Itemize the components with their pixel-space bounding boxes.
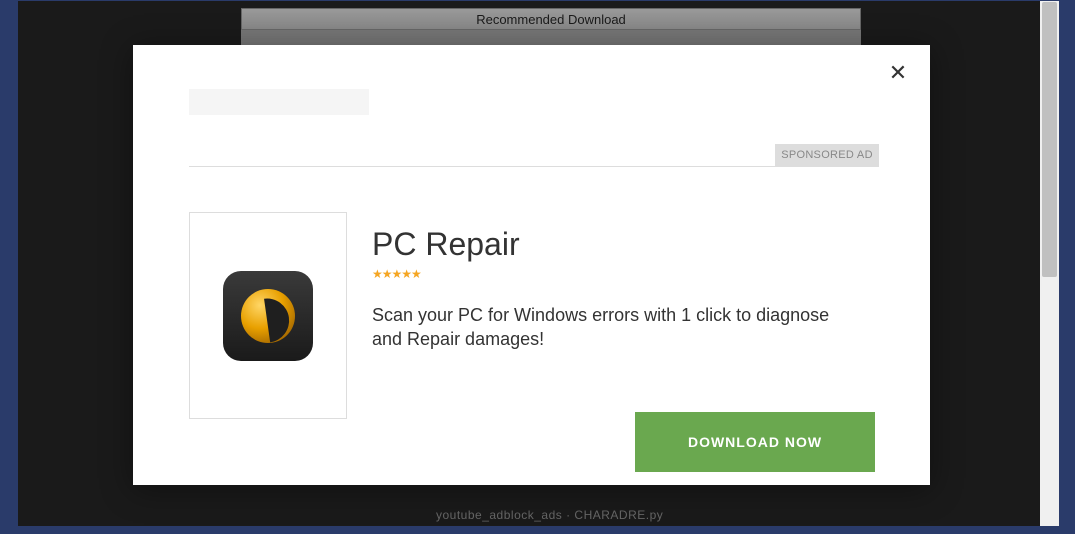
recommended-download-banner: Recommended Download: [241, 8, 861, 30]
download-now-button[interactable]: DOWNLOAD NOW: [635, 412, 875, 472]
banner-shadow-strip: [241, 30, 861, 46]
product-image-box: [189, 212, 347, 419]
close-icon[interactable]: ✕: [888, 63, 908, 83]
app-icon: [223, 271, 313, 361]
product-description: Scan your PC for Windows errors with 1 c…: [372, 303, 862, 352]
star-rating-icon: ★★★★★: [372, 267, 879, 281]
scrollbar-track[interactable]: [1040, 1, 1059, 526]
modal-body: PC Repair ★★★★★ Scan your PC for Windows…: [189, 212, 879, 419]
sponsored-ad-modal: ✕ SPONSORED AD PC Repair ★★★★★ Scan your…: [133, 45, 930, 485]
product-title: PC Repair: [372, 226, 879, 263]
letter-c-icon: [241, 289, 295, 343]
modal-header: SPONSORED AD: [189, 89, 879, 167]
footer-filename: youtube_adblock_ads · CHARADRE.py: [436, 508, 663, 522]
scrollbar-thumb[interactable]: [1042, 2, 1057, 277]
sponsored-badge: SPONSORED AD: [775, 144, 879, 166]
brand-logo-placeholder: [189, 89, 369, 115]
product-info: PC Repair ★★★★★ Scan your PC for Windows…: [372, 212, 879, 419]
